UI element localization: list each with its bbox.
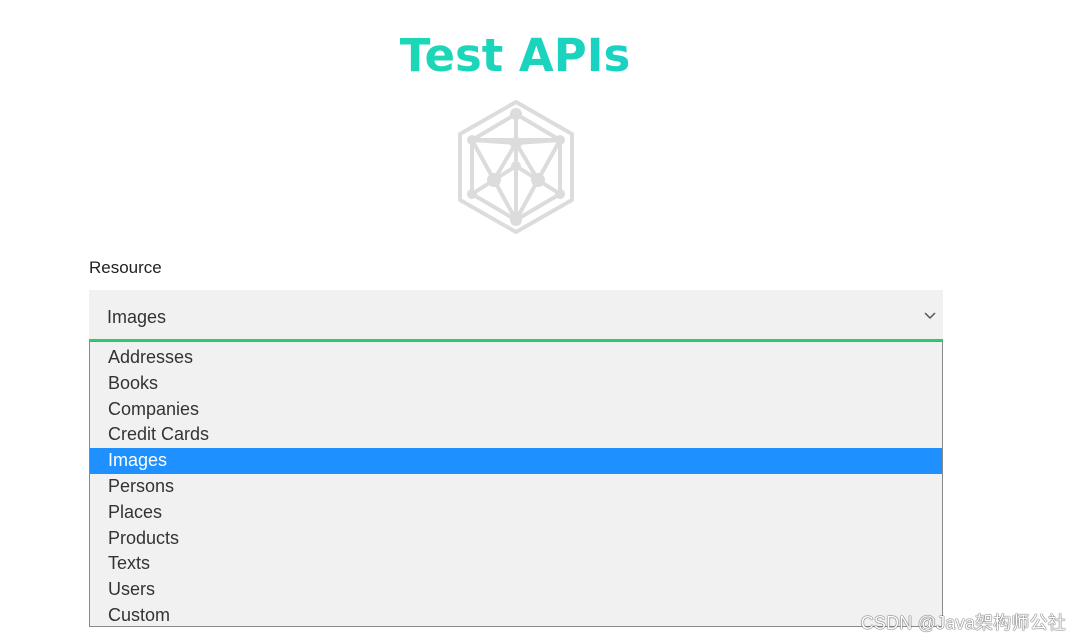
- page-title: Test APIs: [0, 26, 1030, 86]
- watermark-text: CSDN @Java架构师公社: [860, 613, 1066, 633]
- resource-label: Resource: [89, 258, 162, 277]
- option-custom[interactable]: Custom: [90, 603, 942, 629]
- option-addresses[interactable]: Addresses: [90, 345, 942, 371]
- resource-select-value: Images: [107, 307, 167, 327]
- option-persons[interactable]: Persons: [90, 474, 942, 500]
- option-texts[interactable]: Texts: [90, 551, 942, 577]
- resource-select[interactable]: Images: [89, 290, 943, 341]
- option-companies[interactable]: Companies: [90, 397, 942, 423]
- chevron-down-icon: [924, 312, 936, 320]
- option-credit-cards[interactable]: Credit Cards: [90, 422, 942, 448]
- network-cube-logo-icon: [458, 100, 574, 234]
- option-books[interactable]: Books: [90, 371, 942, 397]
- option-users[interactable]: Users: [90, 577, 942, 603]
- page: Test APIs Resource Images Addresses Book…: [0, 0, 1080, 642]
- option-products[interactable]: Products: [90, 526, 942, 552]
- option-images[interactable]: Images: [90, 448, 942, 474]
- resource-dropdown-list: Addresses Books Companies Credit Cards I…: [89, 341, 943, 627]
- option-places[interactable]: Places: [90, 500, 942, 526]
